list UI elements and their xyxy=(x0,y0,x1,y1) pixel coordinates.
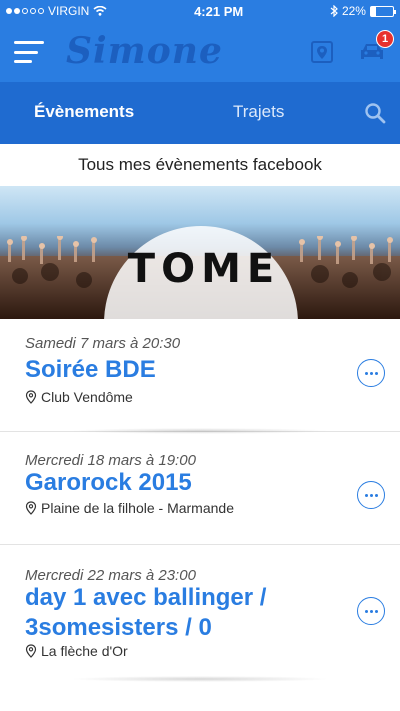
section-title: Tous mes évènements facebook xyxy=(78,155,322,174)
map-pin-icon[interactable] xyxy=(308,38,336,66)
tab-evenements[interactable]: Évènements xyxy=(34,102,134,122)
list-item[interactable]: Mercredi 18 mars à 19:00 Garorock 2015 P… xyxy=(0,432,400,545)
carrier-label: VIRGIN xyxy=(48,4,90,18)
car-icon[interactable]: 1 xyxy=(358,30,394,66)
more-options-button[interactable] xyxy=(357,597,385,625)
event-title[interactable]: Soirée BDE xyxy=(25,355,345,385)
location-pin-icon xyxy=(25,644,37,658)
list-item[interactable]: Samedi 7 mars à 20:30 Soirée BDE Club Ve… xyxy=(0,319,400,432)
tab-trajets[interactable]: Trajets xyxy=(233,102,284,122)
event-place-label: La flèche d'Or xyxy=(41,643,128,659)
status-left: VIRGIN xyxy=(6,4,107,18)
nav-actions: 1 xyxy=(308,30,394,66)
event-place: La flèche d'Or xyxy=(25,643,128,659)
event-place: Club Vendôme xyxy=(25,389,133,405)
bluetooth-icon xyxy=(330,5,338,17)
more-options-button[interactable] xyxy=(357,481,385,509)
cart-badge: 1 xyxy=(376,30,394,48)
event-date: Samedi 7 mars à 20:30 xyxy=(25,335,181,352)
event-banner[interactable]: TOME xyxy=(0,186,400,319)
status-right: 22% xyxy=(330,4,396,18)
event-place-label: Plaine de la filhole - Marmande xyxy=(41,500,234,516)
event-date: Mercredi 18 mars à 19:00 xyxy=(25,452,196,469)
location-pin-icon xyxy=(25,501,37,515)
event-title[interactable]: day 1 avec ballinger / 3somesisters / 0 xyxy=(25,583,345,643)
event-place: Plaine de la filhole - Marmande xyxy=(25,500,234,516)
event-place-label: Club Vendôme xyxy=(41,389,133,405)
app-logo: Simone xyxy=(66,30,223,72)
battery-percent: 22% xyxy=(341,4,366,18)
event-title[interactable]: Garorock 2015 xyxy=(25,468,345,498)
status-bar: VIRGIN 4:21 PM 22% xyxy=(0,0,400,22)
more-options-button[interactable] xyxy=(357,359,385,387)
tab-bar: Évènements Trajets xyxy=(0,82,400,144)
list-item[interactable]: Mercredi 22 mars à 23:00 day 1 avec ball… xyxy=(0,545,400,675)
wifi-icon xyxy=(93,6,107,16)
banner-logo: TOME xyxy=(127,246,281,292)
battery-level xyxy=(370,6,376,16)
divider xyxy=(70,676,330,682)
location-pin-icon xyxy=(25,390,37,404)
menu-icon[interactable] xyxy=(14,41,44,63)
status-time: 4:21 PM xyxy=(194,3,244,19)
event-date: Mercredi 22 mars à 23:00 xyxy=(25,567,196,584)
search-icon[interactable] xyxy=(364,102,386,124)
signal-icon xyxy=(6,8,44,14)
battery-icon xyxy=(369,5,396,17)
nav-bar: Simone 1 xyxy=(0,22,400,82)
